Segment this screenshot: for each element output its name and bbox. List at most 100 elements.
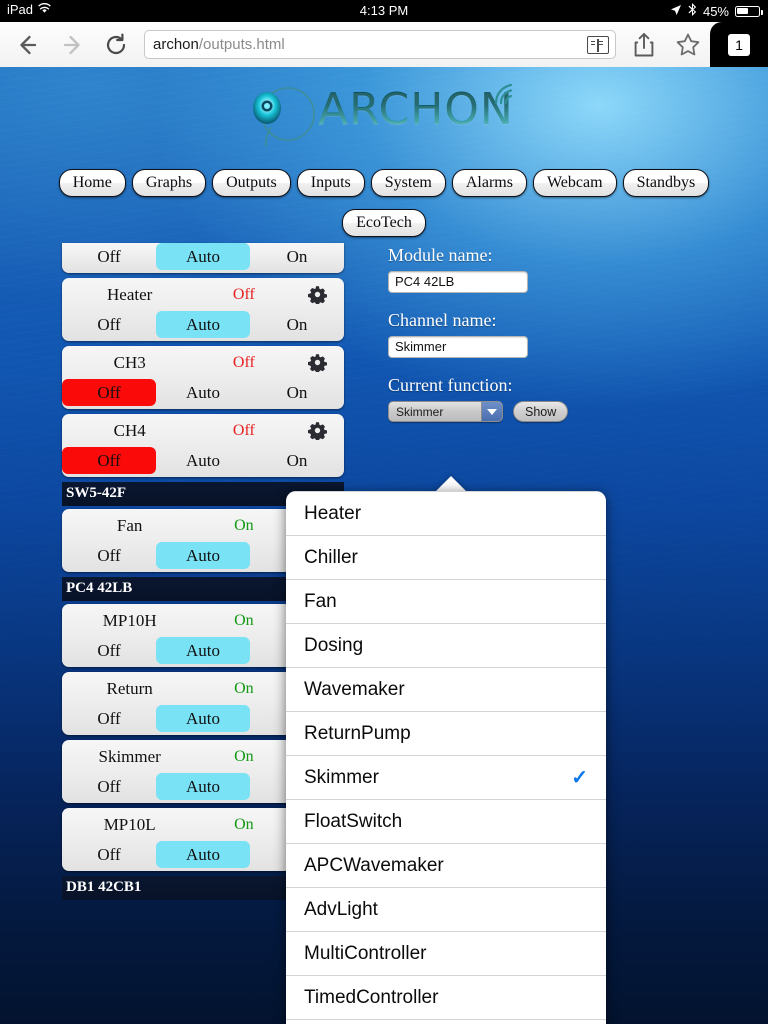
function-option-label: TimedController [304,986,439,1008]
clock: 4:13 PM [359,3,409,18]
output-name: Fan [116,515,143,535]
function-option-apcwavemaker[interactable]: APCWavemaker [286,843,606,887]
module-name-input[interactable]: PC4 42LB [388,271,528,293]
gear-icon[interactable] [290,353,344,372]
output-status-badge: On [234,679,254,697]
mode-option-on[interactable]: On [250,379,344,406]
reader-view-icon[interactable] [587,36,609,54]
nav-item-inputs[interactable]: Inputs [296,169,365,197]
page-content: ARCHON Home Graphs Outputs Inputs System Alar… [0,67,768,1024]
ios-status-bar: iPad 4:13 PM 45% [0,0,768,22]
main-nav: Home Graphs Outputs Inputs System Alarms Webca… [0,169,768,197]
mode-option-on[interactable]: On [250,447,344,474]
current-function-select[interactable]: Skimmer [388,401,503,422]
show-button[interactable]: Show [513,401,569,422]
mode-option-off[interactable]: Off [62,243,156,270]
forward-arrow-icon[interactable] [50,25,94,65]
mode-option-on[interactable]: On [250,311,344,338]
function-option-floatswitch[interactable]: FloatSwitch [286,799,606,843]
channel-form: Module name: PC4 42LB Channel name: Skim… [388,245,688,422]
mode-option-off[interactable]: Off [62,447,156,474]
tab-counter[interactable]: 1 [710,22,768,67]
output-card: CH4 Off Off Auto On [62,414,344,477]
signal-waves-icon [492,80,522,106]
mode-option-off[interactable]: Off [62,637,156,664]
share-icon[interactable] [622,25,666,65]
mode-option-auto[interactable]: Auto [156,773,250,800]
sub-nav: EcoTech [0,209,768,237]
gear-icon[interactable] [290,421,344,440]
mode-option-off[interactable]: Off [62,311,156,338]
mode-option-auto[interactable]: Auto [156,637,250,664]
mode-option-off[interactable]: Off [62,379,156,406]
function-option-label: AdvLight [304,898,378,920]
function-option-chiller[interactable]: Chiller [286,535,606,579]
battery-icon [735,5,763,17]
location-arrow-icon [670,4,682,19]
output-name: CH3 [113,352,146,372]
output-mode-segmented-control: OffAutoOn [62,243,344,270]
battery-percent: 45% [702,3,729,19]
url-path: /outputs.html [198,36,285,53]
function-option-dosing[interactable]: Dosing [286,623,606,667]
output-name: Skimmer [98,746,161,766]
output-card-header: Heater Off [62,278,344,311]
function-option-skimmer[interactable]: Skimmer ✓ [286,755,606,799]
function-select-row: Skimmer Show [388,401,688,422]
function-option-label: Dosing [304,634,364,656]
function-option-timedcontroller[interactable]: TimedController [286,975,606,1019]
function-option-label: Heater [304,502,362,524]
mode-option-on[interactable]: On [250,243,344,270]
mode-option-auto[interactable]: Auto [156,542,250,569]
chevron-down-icon[interactable] [481,402,502,421]
function-option-advlight[interactable]: AdvLight [286,887,606,931]
mode-option-auto[interactable]: Auto [156,379,250,406]
function-option-label: ReturnPump [304,722,411,744]
function-option-multicontroller[interactable]: MultiController [286,931,606,975]
channel-name-input[interactable]: Skimmer [388,336,528,358]
function-option-fan[interactable]: Fan [286,579,606,623]
function-option-returnpump[interactable]: ReturnPump [286,711,606,755]
nav-item-webcam[interactable]: Webcam [532,169,617,197]
function-option-heater[interactable]: Heater [286,491,606,535]
mode-option-off[interactable]: Off [62,773,156,800]
output-status-badge: On [234,815,254,833]
nav-item-ecotech[interactable]: EcoTech [342,209,426,237]
nav-item-system[interactable]: System [370,169,446,197]
status-bar-right: 45% [670,3,763,19]
function-option-mlc[interactable]: MLC [286,1019,606,1024]
mode-option-off[interactable]: Off [62,542,156,569]
gear-icon[interactable] [290,285,344,304]
bookmark-star-icon[interactable] [666,25,710,65]
back-arrow-icon[interactable] [6,25,50,65]
output-status-badge: Off [232,421,255,439]
nav-item-outputs[interactable]: Outputs [212,169,291,197]
function-option-label: Skimmer [304,766,379,788]
mode-option-off[interactable]: Off [62,705,156,732]
mode-option-auto[interactable]: Auto [156,447,250,474]
nav-item-alarms[interactable]: Alarms [451,169,527,197]
function-option-label: Fan [304,590,337,612]
nav-item-home[interactable]: Home [58,169,126,197]
mode-option-auto[interactable]: Auto [156,705,250,732]
module-name-label: Module name: [388,245,493,265]
reload-icon[interactable] [94,25,138,65]
function-option-wavemaker[interactable]: Wavemaker [286,667,606,711]
safari-toolbar: archon/outputs.html 1 [0,22,768,67]
mode-option-auto[interactable]: Auto [156,311,250,338]
nav-item-standbys[interactable]: Standbys [622,169,710,197]
nav-item-graphs[interactable]: Graphs [131,169,207,197]
function-option-label: APCWavemaker [304,854,444,876]
address-bar[interactable]: archon/outputs.html [144,30,616,59]
output-status-badge: On [234,611,254,629]
output-card: CH3 Off Off Auto On [62,346,344,409]
function-option-label: Wavemaker [304,678,405,700]
output-name: MP10L [103,814,156,834]
mode-option-auto[interactable]: Auto [156,841,250,868]
bluetooth-icon [688,3,697,19]
output-mode-segmented-control: OffAutoOn [62,311,344,338]
output-status-badge: Off [232,353,255,371]
mode-option-off[interactable]: Off [62,841,156,868]
url-host: archon [153,36,199,53]
mode-option-auto[interactable]: Auto [156,243,250,270]
